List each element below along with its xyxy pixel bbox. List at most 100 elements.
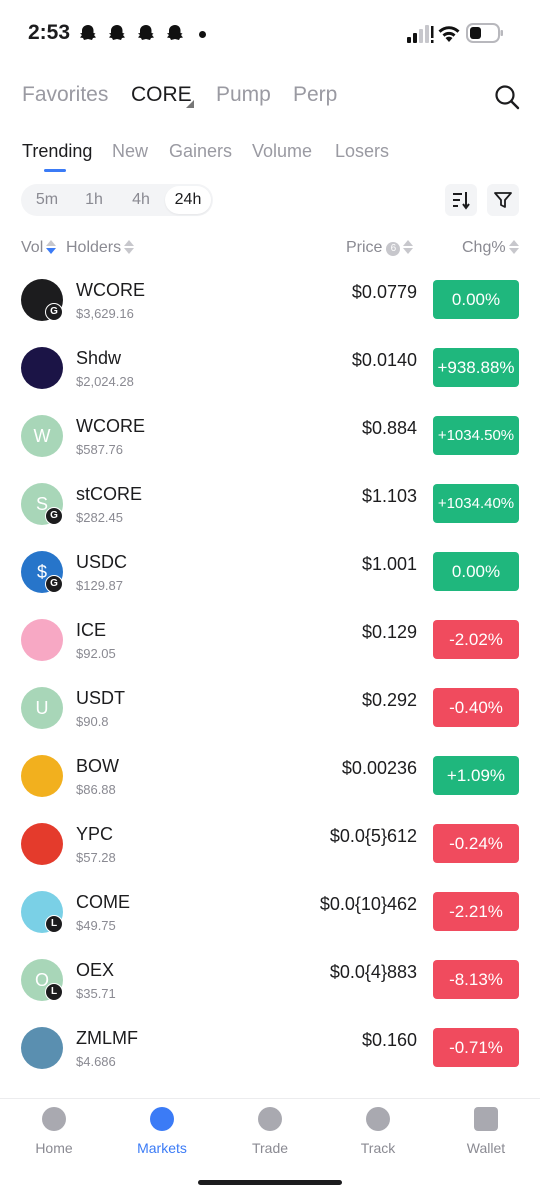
- chg-header-label: Chg%: [462, 239, 506, 256]
- cellular-signal-icon: [407, 25, 434, 43]
- range-4h[interactable]: 4h: [121, 186, 161, 214]
- sort-icon: [453, 192, 470, 210]
- change-badge[interactable]: -0.40%: [433, 688, 519, 727]
- subtab-new[interactable]: New: [112, 141, 148, 162]
- chain-badge-icon: G: [45, 575, 63, 593]
- range-24h[interactable]: 24h: [165, 186, 211, 214]
- token-row[interactable]: YPC $57.28 $0.0{5}612 -0.24%: [0, 810, 540, 878]
- token-volume: $4.686: [76, 1054, 116, 1069]
- change-badge[interactable]: +1034.50%: [433, 416, 519, 455]
- wallet-icon: [474, 1107, 498, 1131]
- token-volume: $90.8: [76, 714, 109, 729]
- token-volume: $587.76: [76, 442, 123, 457]
- chain-badge-icon: G: [45, 507, 63, 525]
- token-price: $0.00236: [341, 758, 417, 778]
- price-column-header[interactable]: Price 6: [346, 239, 414, 257]
- token-symbol: YPC: [76, 824, 114, 844]
- token-row[interactable]: S G stCORE $282.45 $1.103 +1034.40%: [0, 470, 540, 538]
- home-indicator: [198, 1180, 342, 1185]
- token-volume: $129.87: [76, 578, 123, 593]
- token-avatar: [21, 755, 63, 797]
- dropdown-caret-icon[interactable]: [186, 100, 194, 108]
- token-row[interactable]: BOW $86.88 $0.00236 +1.09%: [0, 742, 540, 810]
- holders-header-label: Holders: [66, 239, 122, 256]
- token-avatar: W: [21, 415, 63, 457]
- nav-trade-label: Trade: [251, 1140, 289, 1156]
- token-row[interactable]: ICE $92.05 $0.129 -2.02%: [0, 606, 540, 674]
- nav-markets[interactable]: Markets: [122, 1107, 202, 1167]
- token-row[interactable]: $ G USDC $129.87 $1.001 0.00%: [0, 538, 540, 606]
- token-avatar: $ G: [21, 551, 63, 593]
- change-badge[interactable]: 0.00%: [433, 280, 519, 319]
- subtab-losers[interactable]: Losers: [335, 141, 389, 162]
- token-symbol: COME: [76, 892, 130, 912]
- change-badge[interactable]: 0.00%: [433, 552, 519, 591]
- holders-column-header[interactable]: Holders: [66, 239, 135, 257]
- snapchat-ghost-icon: [138, 25, 154, 40]
- change-badge[interactable]: -0.24%: [433, 824, 519, 863]
- nav-markets-label: Markets: [137, 1140, 187, 1156]
- chg-column-header[interactable]: Chg%: [462, 239, 519, 257]
- time-range-selector: 5m 1h 4h 24h: [21, 184, 213, 216]
- change-badge[interactable]: -2.21%: [433, 892, 519, 931]
- vol-header-label: Vol: [21, 239, 44, 256]
- nav-trade[interactable]: Trade: [230, 1107, 310, 1167]
- nav-track[interactable]: Track: [338, 1107, 418, 1167]
- token-avatar: [21, 1027, 63, 1069]
- token-row[interactable]: ZMLMF $4.686 $0.160 -0.71%: [0, 1014, 540, 1082]
- token-avatar: [21, 823, 63, 865]
- avatar-letter: [21, 823, 63, 865]
- track-icon: [366, 1107, 390, 1131]
- chain-badge-icon: L: [45, 983, 63, 1001]
- tab-pump[interactable]: Pump: [216, 83, 271, 107]
- token-volume: $49.75: [76, 918, 116, 933]
- change-badge[interactable]: -2.02%: [433, 620, 519, 659]
- token-row[interactable]: L COME $49.75 $0.0{10}462 -2.21%: [0, 878, 540, 946]
- change-badge[interactable]: +938.88%: [433, 348, 519, 387]
- tab-favorites[interactable]: Favorites: [22, 83, 108, 107]
- token-avatar: U: [21, 687, 63, 729]
- tab-perp[interactable]: Perp: [293, 83, 337, 107]
- search-icon[interactable]: [494, 84, 520, 110]
- avatar-letter: [21, 755, 63, 797]
- token-volume: $57.28: [76, 850, 116, 865]
- change-badge[interactable]: +1.09%: [433, 756, 519, 795]
- token-price: $1.001: [361, 554, 417, 574]
- vol-column-header[interactable]: Vol: [21, 239, 57, 257]
- trade-icon: [258, 1107, 282, 1131]
- token-symbol: OEX: [76, 960, 115, 980]
- token-symbol: WCORE: [76, 416, 145, 436]
- range-5m[interactable]: 5m: [27, 186, 67, 214]
- token-row[interactable]: U USDT $90.8 $0.292 -0.40%: [0, 674, 540, 742]
- token-price: $1.103: [361, 486, 417, 506]
- token-row[interactable]: W WCORE $587.76 $0.884 +1034.50%: [0, 402, 540, 470]
- chain-badge-icon: L: [45, 915, 63, 933]
- token-price: $0.0779: [351, 282, 417, 302]
- filter-button[interactable]: [487, 184, 519, 216]
- sort-arrows-icon: [403, 239, 414, 255]
- subtab-gainers[interactable]: Gainers: [169, 141, 232, 162]
- range-1h[interactable]: 1h: [74, 186, 114, 214]
- sort-button[interactable]: [445, 184, 477, 216]
- token-avatar: [21, 347, 63, 389]
- nav-home[interactable]: Home: [14, 1107, 94, 1167]
- sort-arrows-icon: [124, 239, 135, 255]
- token-price: $0.0{4}883: [329, 962, 417, 982]
- token-row[interactable]: Shdw $2,024.28 $0.0140 +938.88%: [0, 334, 540, 402]
- token-row[interactable]: O L OEX $35.71 $0.0{4}883 -8.13%: [0, 946, 540, 1014]
- change-badge[interactable]: +1034.40%: [433, 484, 519, 523]
- active-tab-indicator: [44, 169, 66, 172]
- nav-home-label: Home: [35, 1140, 73, 1156]
- token-symbol: stCORE: [76, 484, 143, 504]
- nav-wallet[interactable]: Wallet: [446, 1107, 526, 1167]
- token-avatar: [21, 619, 63, 661]
- avatar-letter: [21, 619, 63, 661]
- tab-core[interactable]: CORE: [131, 83, 192, 107]
- avatar-letter: U: [35, 698, 49, 718]
- change-badge[interactable]: -8.13%: [433, 960, 519, 999]
- subtab-trending[interactable]: Trending: [22, 141, 92, 162]
- subtab-volume[interactable]: Volume: [252, 141, 312, 162]
- token-row[interactable]: G WCORE $3,629.16 $0.0779 0.00%: [0, 266, 540, 334]
- change-badge[interactable]: -0.71%: [433, 1028, 519, 1067]
- nav-track-label: Track: [360, 1140, 396, 1156]
